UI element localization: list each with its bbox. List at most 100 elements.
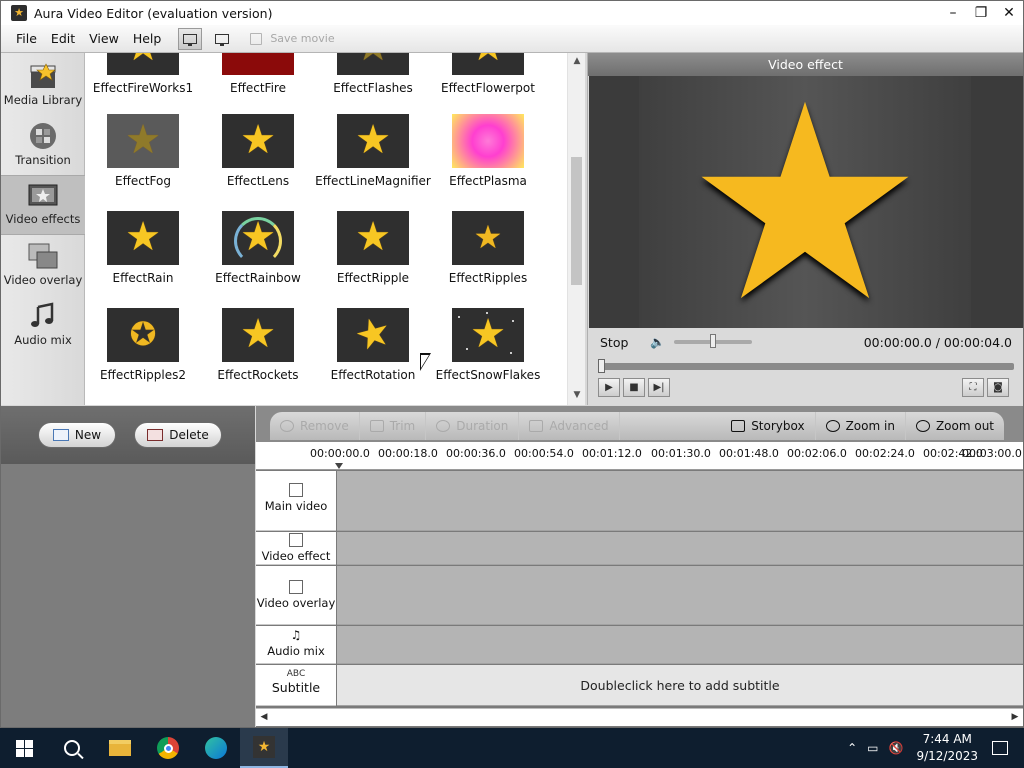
close-icon[interactable]: ✕ bbox=[995, 1, 1023, 25]
storyboard-view-button[interactable] bbox=[178, 27, 203, 50]
track-label-text: Audio mix bbox=[267, 644, 325, 658]
effect-item[interactable]: ★ EffectFog bbox=[85, 114, 201, 188]
sidebar-item-transition[interactable]: Transition bbox=[1, 117, 85, 175]
chevron-up-icon[interactable]: ⌃ bbox=[847, 741, 857, 755]
sidebar-item-media-library[interactable]: Media Library bbox=[1, 57, 85, 115]
restore-icon[interactable]: ❐ bbox=[967, 1, 995, 25]
taskbar-file-explorer[interactable] bbox=[96, 728, 144, 768]
scroll-left-icon[interactable]: ◀ bbox=[256, 709, 272, 725]
scrollbar-thumb[interactable] bbox=[571, 157, 582, 285]
sidebar-item-video-overlay[interactable]: Video overlay bbox=[1, 237, 85, 295]
library-actions-panel: New Delete bbox=[1, 406, 255, 727]
effect-item[interactable]: ★ EffectLens bbox=[200, 114, 316, 188]
chrome-icon bbox=[157, 737, 179, 759]
effect-item[interactable]: ★ EffectFlashes bbox=[315, 53, 431, 95]
remove-label: Remove bbox=[300, 419, 349, 433]
disk-icon bbox=[250, 32, 263, 45]
monitor-icon bbox=[183, 33, 198, 46]
save-movie-label: Save movie bbox=[270, 32, 335, 45]
effect-item[interactable]: ★ EffectRipples bbox=[430, 211, 546, 285]
playhead-marker[interactable] bbox=[335, 463, 343, 469]
scroll-right-icon[interactable]: ▶ bbox=[1007, 709, 1023, 725]
delete-button[interactable]: Delete bbox=[134, 422, 222, 448]
track-label-text: Video effect bbox=[261, 549, 331, 563]
track-label-text: Video overlay bbox=[256, 596, 336, 610]
timeline-horizontal-scrollbar[interactable]: ◀ ▶ bbox=[256, 708, 1023, 726]
volume-slider-knob[interactable] bbox=[710, 334, 716, 348]
zoom-in-button[interactable]: Zoom in bbox=[816, 412, 906, 440]
menu-help[interactable]: Help bbox=[126, 25, 169, 53]
transition-icon bbox=[27, 121, 59, 151]
effect-item[interactable]: ✪ EffectRipples2 bbox=[85, 308, 201, 382]
effect-item[interactable]: ★ EffectFlowerpot bbox=[430, 53, 546, 95]
menu-file[interactable]: File bbox=[9, 25, 44, 53]
effect-item[interactable]: ★ EffectRipple bbox=[315, 211, 431, 285]
sidebar-item-label: Transition bbox=[15, 153, 71, 167]
new-button-label: New bbox=[74, 428, 102, 442]
clock-icon bbox=[436, 420, 451, 432]
seek-bar[interactable] bbox=[598, 359, 1014, 373]
trim-icon bbox=[369, 420, 384, 432]
remove-button[interactable]: Remove bbox=[270, 412, 360, 440]
volume-slider[interactable] bbox=[674, 334, 752, 348]
timeline-ruler[interactable]: 00:00:00.0 00:00:18.0 00:00:36.0 00:00:5… bbox=[256, 442, 1023, 470]
scroll-down-icon[interactable]: ▼ bbox=[568, 387, 586, 403]
effect-item[interactable]: ★ EffectRockets bbox=[200, 308, 316, 382]
volume-muted-icon[interactable]: 🔇 bbox=[889, 741, 904, 755]
playback-buttons: ▶ ■ ▶| ⛶ ◙ bbox=[598, 378, 1014, 400]
effects-scrollbar[interactable]: ▲ ▼ bbox=[567, 53, 585, 405]
taskbar-chrome[interactable] bbox=[144, 728, 192, 768]
star-icon: ★ bbox=[470, 311, 506, 358]
track-lane-video-effect[interactable] bbox=[337, 532, 1023, 565]
fullscreen-icon[interactable]: ⛶ bbox=[962, 378, 984, 397]
effect-item[interactable]: EffectFire bbox=[200, 53, 316, 95]
effect-item[interactable]: ★ EffectLineMagnifier bbox=[315, 114, 431, 188]
effect-label: EffectRockets bbox=[217, 368, 299, 382]
effect-item[interactable]: EffectPlasma bbox=[430, 114, 546, 188]
sidebar-item-video-effects[interactable]: Video effects bbox=[1, 175, 85, 235]
delete-item-icon bbox=[147, 429, 164, 441]
ruler-label: 00:00:54.0 bbox=[514, 447, 574, 460]
effect-thumbnail: ★ bbox=[337, 114, 409, 168]
trim-button[interactable]: Trim bbox=[360, 412, 427, 440]
save-movie-button[interactable]: Save movie bbox=[250, 32, 335, 45]
timeline-view-button[interactable] bbox=[210, 28, 234, 50]
menu-view[interactable]: View bbox=[82, 25, 126, 53]
storybox-button[interactable]: Storybox bbox=[721, 412, 816, 440]
play-icon[interactable]: ▶ bbox=[598, 378, 620, 397]
seek-knob[interactable] bbox=[598, 359, 605, 373]
zoom-out-button[interactable]: Zoom out bbox=[906, 412, 1004, 440]
effect-item[interactable]: ★ EffectRotation bbox=[315, 308, 431, 382]
effect-item[interactable]: ★ EffectFireWorks1 bbox=[85, 53, 201, 95]
zoom-in-label: Zoom in bbox=[845, 419, 895, 433]
scroll-up-icon[interactable]: ▲ bbox=[568, 53, 586, 69]
seek-track[interactable] bbox=[598, 363, 1014, 370]
advanced-button[interactable]: Advanced bbox=[519, 412, 620, 440]
notification-icon[interactable] bbox=[992, 741, 1008, 755]
stop-icon[interactable]: ■ bbox=[623, 378, 645, 397]
sidebar-item-audio-mix[interactable]: Audio mix bbox=[1, 297, 85, 355]
effect-item[interactable]: ★ EffectRain bbox=[85, 211, 201, 285]
taskbar-aura-video-editor[interactable]: ★ bbox=[240, 728, 288, 768]
track-lane-audio-mix[interactable] bbox=[337, 626, 1023, 664]
next-frame-icon[interactable]: ▶| bbox=[648, 378, 670, 397]
star-icon: ★ bbox=[125, 117, 161, 164]
effect-item[interactable]: ★ EffectSnowFlakes bbox=[430, 308, 546, 382]
taskbar-clock[interactable]: 7:44 AM 9/12/2023 bbox=[916, 731, 978, 765]
duration-button[interactable]: Duration bbox=[426, 412, 520, 440]
minimize-icon[interactable]: – bbox=[939, 1, 967, 25]
menu-edit[interactable]: Edit bbox=[44, 25, 82, 53]
new-button[interactable]: New bbox=[38, 422, 116, 448]
start-button[interactable] bbox=[0, 728, 48, 768]
track-lane-subtitle[interactable]: Doubleclick here to add subtitle bbox=[337, 665, 1023, 706]
video-overlay-icon bbox=[27, 241, 59, 271]
network-icon[interactable]: ▭ bbox=[867, 741, 878, 755]
track-lane-video-overlay[interactable] bbox=[337, 566, 1023, 625]
taskbar-edge[interactable] bbox=[192, 728, 240, 768]
track-lane-main-video[interactable] bbox=[337, 471, 1023, 531]
advanced-label: Advanced bbox=[549, 419, 609, 433]
taskbar-search[interactable] bbox=[48, 728, 96, 768]
snapshot-camera-icon[interactable]: ◙ bbox=[987, 378, 1009, 397]
effect-item[interactable]: ★ EffectRainbow bbox=[200, 211, 316, 285]
speaker-icon[interactable]: 🔈 bbox=[650, 335, 666, 349]
